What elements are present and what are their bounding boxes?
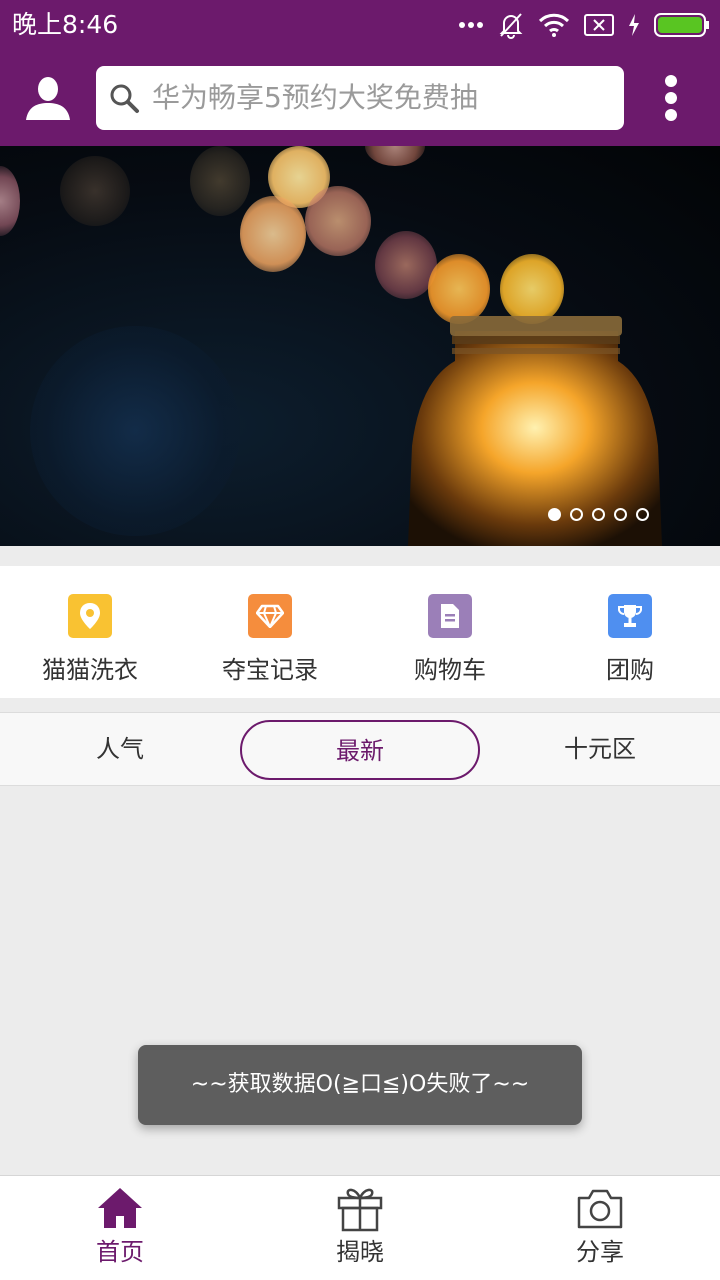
quick-item-label: 购物车 — [414, 656, 486, 684]
battery-icon — [654, 13, 709, 37]
bottom-nav: 首页 揭晓 分享 — [0, 1175, 720, 1280]
wifi-icon — [538, 13, 570, 37]
quick-item-label: 团购 — [606, 656, 654, 684]
header: 华为畅享5预约大奖免费抽 — [0, 50, 720, 146]
more-menu-icon[interactable] — [656, 74, 686, 122]
gift-icon — [337, 1188, 383, 1232]
quick-menu: 猫猫洗衣 夺宝记录 购物车 团购 — [0, 566, 720, 698]
carousel-dot[interactable] — [570, 508, 583, 521]
toast-message: ~~获取数据O(≧口≦)O失败了~~ — [138, 1045, 582, 1125]
nav-home-label: 首页 — [96, 1238, 144, 1266]
tab-latest[interactable]: 最新 — [240, 720, 480, 780]
nav-home[interactable]: 首页 — [0, 1176, 240, 1280]
trophy-icon — [608, 594, 652, 638]
location-pin-icon — [68, 594, 112, 638]
sort-tabs: 人气 最新 十元区 — [0, 712, 720, 786]
camera-icon — [577, 1189, 623, 1229]
more-dots-icon — [459, 22, 483, 28]
quick-item-cart[interactable]: 购物车 — [360, 566, 540, 698]
carousel-indicator — [548, 508, 649, 521]
charging-icon — [629, 14, 639, 36]
diamond-icon — [248, 594, 292, 638]
quick-item-laundry[interactable]: 猫猫洗衣 — [0, 566, 180, 698]
nav-reveal-label: 揭晓 — [336, 1238, 384, 1266]
carousel-dot[interactable] — [614, 508, 627, 521]
quick-item-label: 猫猫洗衣 — [42, 656, 138, 684]
jar-illustration — [408, 316, 662, 546]
tab-ten-yuan[interactable]: 十元区 — [480, 720, 720, 780]
nav-share-label: 分享 — [576, 1238, 624, 1266]
status-icons — [458, 10, 710, 40]
carousel-dot[interactable] — [548, 508, 561, 521]
quick-item-treasure-record[interactable]: 夺宝记录 — [180, 566, 360, 698]
search-icon — [110, 84, 139, 113]
banner-carousel[interactable] — [0, 146, 720, 546]
search-placeholder: 华为畅享5预约大奖免费抽 — [152, 81, 478, 114]
quick-item-group-buy[interactable]: 团购 — [540, 566, 720, 698]
user-profile-icon[interactable] — [24, 74, 72, 122]
nav-share[interactable]: 分享 — [480, 1176, 720, 1280]
search-input[interactable]: 华为畅享5预约大奖免费抽 — [96, 66, 624, 130]
bell-off-icon — [499, 13, 523, 39]
nav-reveal[interactable]: 揭晓 — [240, 1176, 480, 1280]
tab-popular[interactable]: 人气 — [0, 720, 240, 780]
home-icon — [98, 1188, 142, 1228]
status-bar: 晚上8:46 — [0, 0, 720, 50]
document-icon — [428, 594, 472, 638]
status-time: 晚上8:46 — [12, 10, 119, 39]
quick-item-label: 夺宝记录 — [222, 656, 318, 684]
carousel-dot[interactable] — [636, 508, 649, 521]
sim-card-icon — [584, 14, 614, 36]
carousel-dot[interactable] — [592, 508, 605, 521]
